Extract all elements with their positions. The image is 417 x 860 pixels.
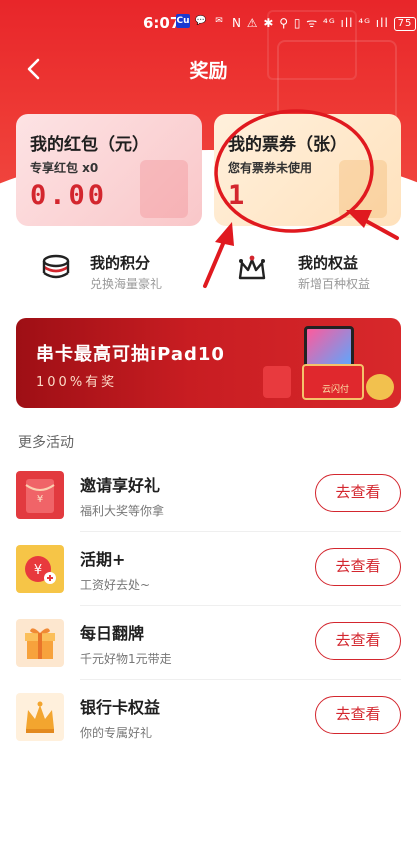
ticket-icon bbox=[339, 160, 387, 218]
coin-stack-icon bbox=[42, 254, 70, 279]
banner-title: 串卡最高可抽iPad10 bbox=[36, 344, 225, 365]
activity-title: 每日翻牌 bbox=[80, 624, 145, 643]
tickets-subtitle: 您有票券未使用 bbox=[228, 161, 313, 175]
red-packet-subtitle: 专享红包 x0 bbox=[30, 161, 99, 175]
rights-entry[interactable]: 我的权益 新增百种权益 bbox=[236, 244, 396, 300]
notification-icons: Cu 💬 ✉ bbox=[176, 14, 226, 28]
points-title: 我的积分 bbox=[90, 254, 151, 272]
section-title: 更多活动 bbox=[18, 435, 74, 451]
activity-item[interactable]: ¥ 活期+ 工资好去处~ 去查看 bbox=[16, 532, 401, 606]
view-button[interactable]: 去查看 bbox=[315, 622, 401, 660]
activity-title: 邀请享好礼 bbox=[80, 476, 161, 495]
points-subtitle: 兑换海量豪礼 bbox=[90, 277, 163, 291]
system-status-icons: N ⚠ ✱ ⚲ ▯ ᯤ ⁴ᴳ ıll ⁴ᴳ ıll 75 bbox=[232, 14, 417, 31]
app-notification-icon: Cu bbox=[176, 14, 190, 28]
svg-text:¥: ¥ bbox=[37, 494, 43, 505]
activity-subtitle: 工资好去处~ bbox=[80, 578, 151, 592]
activity-subtitle: 你的专属好礼 bbox=[80, 726, 153, 740]
yuan-coin-icon: ¥ bbox=[16, 545, 64, 593]
red-packet-title: 我的红包（元） bbox=[30, 135, 149, 155]
promo-banner[interactable]: 串卡最高可抽iPad10 100%有奖 云闪付 bbox=[16, 318, 401, 408]
tickets-count: 1 bbox=[228, 180, 248, 211]
status-time: 6:07 bbox=[143, 14, 181, 32]
view-button[interactable]: 去查看 bbox=[315, 696, 401, 734]
view-button[interactable]: 去查看 bbox=[315, 474, 401, 512]
crown-icon bbox=[238, 255, 266, 280]
battery-icon: 75 bbox=[393, 16, 417, 31]
red-envelope-icon bbox=[263, 366, 291, 398]
gift-box-icon bbox=[16, 619, 64, 667]
points-entry[interactable]: 我的积分 兑换海量豪礼 bbox=[40, 244, 220, 300]
svg-text:¥: ¥ bbox=[34, 563, 42, 578]
activity-item[interactable]: 每日翻牌 千元好物1元带走 去查看 bbox=[16, 606, 401, 680]
page-title: 奖励 bbox=[189, 60, 228, 82]
activity-subtitle: 千元好物1元带走 bbox=[80, 652, 172, 666]
activity-title: 银行卡权益 bbox=[80, 698, 161, 717]
banner-brand-tag: 云闪付 bbox=[322, 385, 350, 395]
crown-icon bbox=[16, 693, 64, 741]
activity-item[interactable]: ¥ 邀请享好礼 福利大奖等你拿 去查看 bbox=[16, 458, 401, 532]
activity-title: 活期+ bbox=[80, 550, 126, 569]
activity-item[interactable]: 银行卡权益 你的专属好礼 去查看 bbox=[16, 680, 401, 754]
activity-subtitle: 福利大奖等你拿 bbox=[80, 504, 165, 518]
points-rights-row: 我的积分 兑换海量豪礼 我的权益 新增百种权益 bbox=[0, 244, 417, 300]
red-envelope-icon: ¥ bbox=[16, 471, 64, 519]
signal-icons: N ⚠ ✱ ⚲ ▯ ᯤ ⁴ᴳ ıll ⁴ᴳ ıll bbox=[232, 16, 389, 30]
red-packet-amount: 0.00 bbox=[30, 180, 108, 211]
coins-image bbox=[366, 374, 394, 400]
chat-notification-icon: 💬 bbox=[195, 16, 207, 26]
banner-subtitle: 100%有奖 bbox=[36, 375, 118, 390]
tickets-card[interactable]: 我的票券（张） 您有票券未使用 1 bbox=[214, 114, 401, 226]
rights-subtitle: 新增百种权益 bbox=[298, 277, 371, 291]
red-packet-card[interactable]: 我的红包（元） 专享红包 x0 0.00 bbox=[16, 114, 202, 226]
rights-title: 我的权益 bbox=[298, 254, 359, 272]
mail-notification-icon: ✉ bbox=[215, 16, 223, 26]
tickets-title: 我的票券（张） bbox=[228, 135, 347, 155]
view-button[interactable]: 去查看 bbox=[315, 548, 401, 586]
status-bar: 6:07 Cu 💬 ✉ N ⚠ ✱ ⚲ ▯ ᯤ ⁴ᴳ ıll ⁴ᴳ ıll 75 bbox=[0, 0, 417, 44]
nav-bar: 奖励 bbox=[0, 48, 417, 88]
red-envelope-icon bbox=[140, 160, 188, 218]
